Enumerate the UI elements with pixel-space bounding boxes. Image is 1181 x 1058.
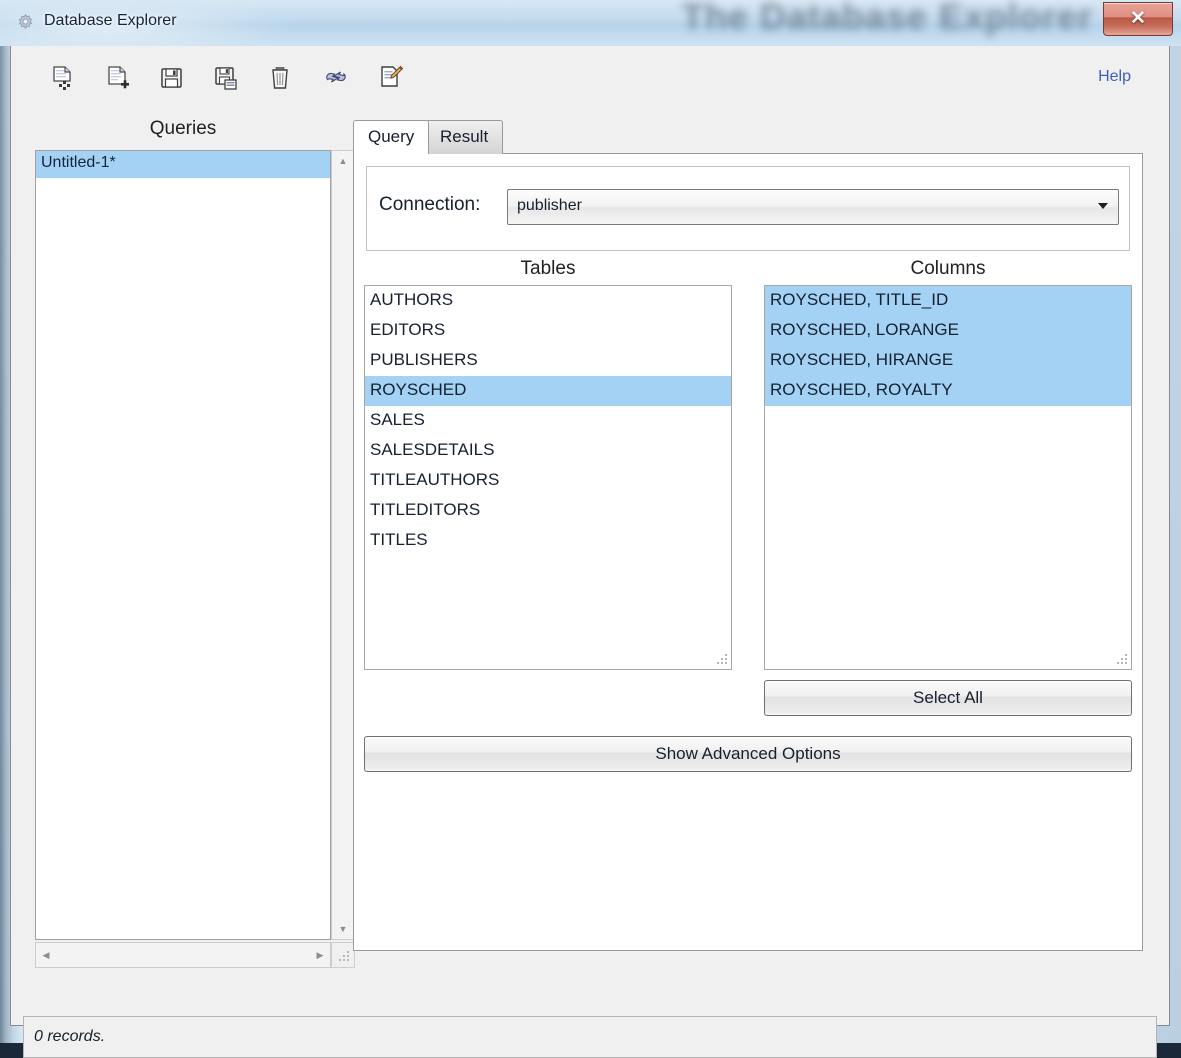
tab-result[interactable]: Result [425,120,503,154]
queries-horizontal-scrollbar[interactable]: ◀ ▶ [35,942,331,968]
connection-dropdown[interactable]: publisher [507,189,1119,225]
tab-query[interactable]: Query [353,120,429,154]
window-title: Database Explorer [44,12,177,30]
tab-page-query: Connection: publisher Tables AUTHORS EDI… [353,153,1143,951]
close-button[interactable] [1103,2,1173,36]
status-text: 0 records. [34,1028,105,1046]
column-list-item[interactable]: ROYSCHED, ROYALTY [765,376,1131,406]
edit-document-icon[interactable] [373,60,409,96]
connection-selected-value: publisher [517,197,582,215]
delete-icon[interactable] [263,60,299,96]
new-query-icon[interactable] [45,60,81,96]
table-list-item[interactable]: AUTHORS [365,286,731,316]
gear-icon [16,13,35,32]
table-list-item[interactable]: SALESDETAILS [365,436,731,466]
client-area: Help Queries Untitled-1* ▲ ▼ ◀ ▶ [10,46,1170,1026]
tables-resize-grip[interactable] [716,654,729,667]
connection-group: Connection: publisher [366,166,1130,251]
table-list-item[interactable]: TITLES [365,526,731,556]
column-list-item[interactable]: ROYSCHED, LORANGE [765,316,1131,346]
window-frame: The Database Explorer Database Explorer [0,0,1181,1043]
table-list-item[interactable]: EDITORS [365,316,731,346]
scroll-left-icon[interactable]: ◀ [36,943,56,967]
help-link[interactable]: Help [1098,68,1131,86]
tables-label: Tables [364,258,732,280]
query-panel: Query Result Connection: publisher Table… [343,110,1159,1010]
table-list-item[interactable]: SALES [365,406,731,436]
add-document-icon[interactable] [100,60,136,96]
column-list-item[interactable]: ROYSCHED, HIRANGE [765,346,1131,376]
table-list-item[interactable]: TITLEAUTHORS [365,466,731,496]
select-all-button[interactable]: Select All [764,680,1132,716]
columns-list[interactable]: ROYSCHED, TITLE_ID ROYSCHED, LORANGE ROY… [764,285,1132,670]
save-icon[interactable] [154,60,190,96]
scroll-right-icon[interactable]: ▶ [310,943,330,967]
refresh-icon[interactable] [318,60,354,96]
query-list-item[interactable]: Untitled-1* [36,151,330,178]
status-bar: 0 records. [23,1016,1157,1058]
title-bar: The Database Explorer Database Explorer [0,0,1181,46]
queries-panel: Queries Untitled-1* ▲ ▼ ◀ ▶ [23,110,343,1010]
column-list-item[interactable]: ROYSCHED, TITLE_ID [765,286,1131,316]
background-window-title: The Database Explorer [682,0,1093,38]
save-as-icon[interactable] [209,60,245,96]
table-list-item[interactable]: PUBLISHERS [365,346,731,376]
queries-panel-title: Queries [23,118,343,140]
tab-strip: Query Result [353,120,1143,154]
chevron-down-icon [1098,203,1108,209]
toolbar: Help [11,46,1169,110]
connection-label: Connection: [379,194,480,216]
show-advanced-options-button[interactable]: Show Advanced Options [364,736,1132,772]
columns-label: Columns [764,258,1132,280]
tables-list[interactable]: AUTHORS EDITORS PUBLISHERS ROYSCHED SALE… [364,285,732,670]
queries-list[interactable]: Untitled-1* [35,150,331,940]
columns-resize-grip[interactable] [1116,654,1129,667]
table-list-item[interactable]: TITLEDITORS [365,496,731,526]
table-list-item[interactable]: ROYSCHED [365,376,731,406]
